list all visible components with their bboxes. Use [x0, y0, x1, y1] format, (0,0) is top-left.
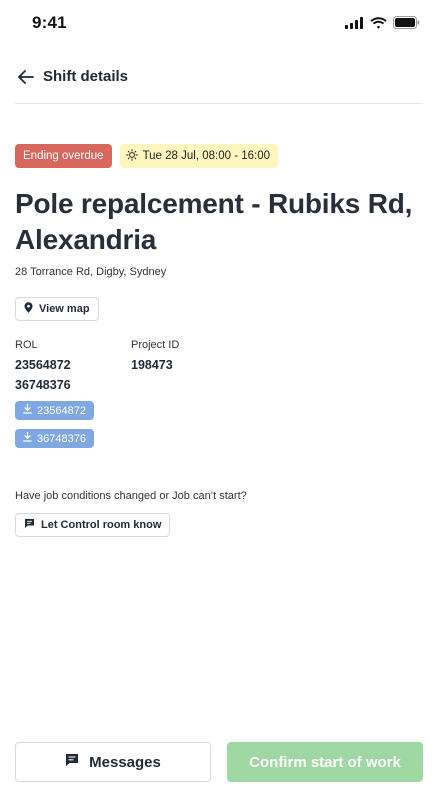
download-rol-button[interactable]: 36748376: [15, 429, 94, 448]
arrow-left-icon[interactable]: [15, 66, 37, 88]
job-title: Pole repalcement - Rubiks Rd, Alexandria: [15, 188, 413, 255]
shift-badges: Ending overdue Tue 28 Jul, 08:00 - 16:00: [15, 144, 279, 168]
rol-value: 23564872: [15, 358, 71, 372]
cellular-signal-icon: [345, 16, 364, 34]
shift-time-label: Tue 28 Jul, 08:00 - 16:00: [142, 150, 271, 162]
control-room-label: Let Control room know: [41, 519, 162, 531]
messages-button[interactable]: Messages: [15, 742, 211, 782]
view-map-label: View map: [39, 303, 90, 315]
message-square-icon: [65, 753, 79, 771]
battery-icon: [393, 16, 420, 34]
messages-label: Messages: [89, 753, 161, 771]
status-time: 9:41: [32, 13, 67, 32]
job-address: 28 Torrance Rd, Digby, Sydney: [15, 266, 167, 278]
wifi-icon: [370, 16, 387, 34]
download-icon: [23, 403, 32, 417]
project-id-section: Project ID 198473: [131, 339, 179, 375]
message-square-icon: [24, 518, 35, 532]
job-conditions-question: Have job conditions changed or Job can’t…: [15, 490, 247, 502]
page-title: Shift details: [43, 68, 129, 85]
confirm-start-of-work-button[interactable]: Confirm start of work: [227, 742, 423, 782]
bottom-action-bar: Messages Confirm start of work: [15, 742, 423, 782]
download-rol-button[interactable]: 23564872: [15, 401, 94, 420]
let-control-room-know-button[interactable]: Let Control room know: [15, 513, 171, 537]
shift-time-badge: Tue 28 Jul, 08:00 - 16:00: [119, 144, 279, 168]
rol-label: ROL: [15, 339, 38, 351]
project-id-label: Project ID: [131, 339, 180, 351]
status-icons: [345, 16, 420, 34]
view-map-button[interactable]: View map: [15, 297, 99, 321]
download-icon: [23, 431, 32, 445]
sun-icon: [125, 148, 138, 164]
project-id-value: 198473: [131, 358, 173, 372]
download-label: 36748376: [37, 432, 86, 445]
page-header: Shift details: [15, 62, 423, 104]
map-pin-icon: [24, 302, 33, 316]
status-badge: Ending overdue: [15, 144, 112, 168]
status-bar: 9:41: [0, 0, 438, 46]
rol-section: ROL 23564872 36748376: [15, 339, 71, 395]
rol-value: 36748376: [15, 378, 71, 392]
download-label: 23564872: [37, 404, 86, 417]
